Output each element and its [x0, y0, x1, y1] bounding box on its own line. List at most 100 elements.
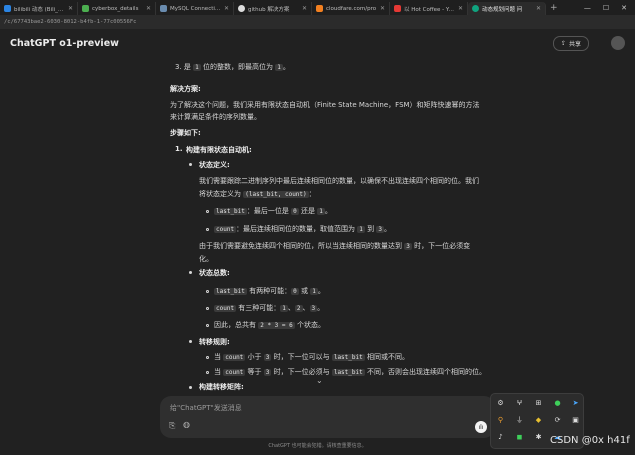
cloud-icon — [316, 5, 323, 12]
text: 时，下一位可以与 — [271, 353, 332, 361]
maximize-icon[interactable]: ☐ — [603, 4, 609, 12]
grid-icon[interactable]: ⊞ — [534, 399, 543, 408]
inline-code: 1 — [357, 226, 365, 233]
browser-tab[interactable]: github 解决方案 ✕ — [234, 2, 312, 15]
step-number: 1. — [175, 145, 183, 153]
subsection-title: 构建转移矩阵: — [199, 383, 244, 391]
text: 有三种可能： — [236, 304, 281, 312]
bullet — [206, 371, 209, 374]
close-icon[interactable]: ✕ — [536, 5, 541, 12]
text: 到 — [364, 225, 377, 233]
inline-code: 1 — [193, 64, 201, 71]
bullet — [206, 324, 209, 327]
youtube-icon — [394, 5, 401, 12]
share-label: 共享 — [568, 41, 581, 48]
network-icon[interactable]: ⵖ — [515, 399, 524, 408]
usb-icon[interactable]: ⏚ — [515, 416, 524, 425]
close-icon[interactable]: ✕ — [68, 5, 73, 12]
waveform-icon: ılı — [478, 423, 484, 431]
url-text[interactable]: /c/67743bae2-6030-8012-b4fb-1-77c00556Fc — [0, 19, 136, 25]
step-title: 构建有限状态自动机: — [186, 146, 252, 154]
bullet — [206, 210, 209, 213]
wechat-icon[interactable]: ● — [553, 399, 562, 408]
close-window-icon[interactable]: ✕ — [621, 4, 627, 12]
globe-icon[interactable]: ◍ — [183, 420, 190, 429]
text: 当 — [214, 368, 224, 376]
text: 或 — [298, 287, 311, 295]
tab-label: cyberbox_details — [92, 5, 139, 12]
share-button[interactable]: ⇪ 共享 — [552, 36, 589, 51]
model-selector[interactable]: ChatGPT o1-preview — [10, 38, 119, 49]
tab-label: cloudfare.com/pro — [326, 5, 377, 12]
list-item: 因此，总共有 2 * 3 = 6 个状态。 — [214, 320, 325, 330]
scroll-down-arrow-icon[interactable]: ⌄ — [316, 376, 323, 385]
browser-tab[interactable]: cloudfare.com/pro ✕ — [312, 2, 390, 15]
list-item: 3. 是 1 位的整数，即最高位为 1。 — [175, 62, 290, 72]
close-icon[interactable]: ✕ — [380, 5, 385, 12]
send-icon[interactable]: ➤ — [571, 399, 580, 408]
search-icon[interactable]: ⚲ — [496, 416, 505, 425]
text: 小于 — [245, 353, 264, 361]
bullet — [206, 356, 209, 359]
bluetooth-icon[interactable]: ✱ — [534, 433, 543, 442]
share-icon: ⇪ — [560, 40, 566, 47]
inline-code: count — [223, 369, 246, 376]
section-heading: 解决方案: — [170, 85, 201, 93]
bullet — [189, 271, 192, 274]
browser-tab[interactable]: 以 Hot Coffee - Youtu✕ — [390, 2, 468, 15]
inline-code: last_bit — [331, 369, 365, 376]
audio-icon[interactable]: ♪ — [496, 433, 505, 442]
close-icon[interactable]: ✕ — [302, 5, 307, 12]
display-icon[interactable]: ▣ — [571, 416, 580, 425]
subsection-title: 状态定义: — [199, 161, 230, 169]
inline-code: 0 — [291, 288, 299, 295]
new-tab-button[interactable]: + — [546, 3, 562, 13]
browser-tab-active[interactable]: 动态规划问题 问 ✕ — [468, 2, 546, 15]
bullet — [189, 386, 192, 389]
address-bar[interactable]: /c/67743bae2-6030-8012-b4fb-1-77c00556Fc — [0, 15, 635, 29]
tab-label: bilibili 动态 (Bili_Bili) — [14, 6, 65, 13]
close-icon[interactable]: ✕ — [146, 5, 151, 12]
text: 当 — [214, 353, 224, 361]
text: 。 — [317, 287, 325, 295]
voice-mode-button[interactable]: ılı — [475, 421, 487, 433]
text: 、 — [287, 304, 295, 312]
text: 不同，否则会出现连续四个相同的位。 — [364, 368, 486, 376]
window-controls: — ☐ ✕ — [584, 4, 635, 12]
shield-icon[interactable]: ◆ — [534, 416, 543, 425]
message-input[interactable]: 给"ChatGPT"发送消息 — [170, 403, 242, 413]
browser-tab[interactable]: cyberbox_details ✕ — [78, 2, 156, 15]
tab-label: github 解决方案 — [248, 6, 290, 13]
settings-icon[interactable]: ⚙ — [496, 399, 505, 408]
app-icon[interactable]: ◼ — [515, 433, 524, 442]
inline-code: last_bit — [214, 288, 247, 295]
text: 有两种可能： — [246, 287, 292, 295]
subsection-title: 转移规则: — [199, 338, 230, 346]
inline-code: 1 — [275, 64, 283, 71]
attach-icon[interactable]: ⎘ — [169, 421, 175, 431]
inline-code: count — [214, 305, 237, 312]
avatar[interactable] — [611, 36, 625, 50]
text: 、 — [302, 304, 310, 312]
close-icon[interactable]: ✕ — [224, 5, 229, 12]
list-item: last_bit 有两种可能： 0 或 1。 — [214, 286, 325, 296]
text: 由于我们需要避免连续四个相同的位，所以当连续相同的数量达到 — [199, 242, 405, 250]
inline-code: last_bit — [331, 354, 365, 361]
browser-tab[interactable]: MySQL Connection P✕ — [156, 2, 234, 15]
sync-icon[interactable]: ⟳ — [553, 416, 562, 425]
list-item: 当 count 等于 3 时，下一位必须与 last_bit 不同，否则会出现连… — [214, 367, 486, 377]
inline-code: 1 — [310, 288, 318, 295]
text: 3. 是 — [175, 63, 194, 71]
bilibili-icon — [4, 5, 11, 12]
browser-tab[interactable]: bilibili 动态 (Bili_Bili) ✕ — [0, 2, 78, 15]
inline-code: (last_bit, count) — [243, 191, 309, 198]
tab-label: 以 Hot Coffee - Youtu — [404, 6, 455, 13]
inline-code: 0 — [291, 208, 299, 215]
message-composer[interactable]: 给"ChatGPT"发送消息 ⎘ ◍ ılı — [160, 396, 495, 438]
inline-code: count — [223, 354, 246, 361]
browser-tab-bar: bilibili 动态 (Bili_Bili) ✕ cyberbox_detail… — [0, 0, 635, 15]
inline-code: 1 — [317, 208, 325, 215]
inline-code: 3 — [376, 226, 384, 233]
minimize-icon[interactable]: — — [584, 4, 591, 12]
close-icon[interactable]: ✕ — [458, 5, 463, 12]
